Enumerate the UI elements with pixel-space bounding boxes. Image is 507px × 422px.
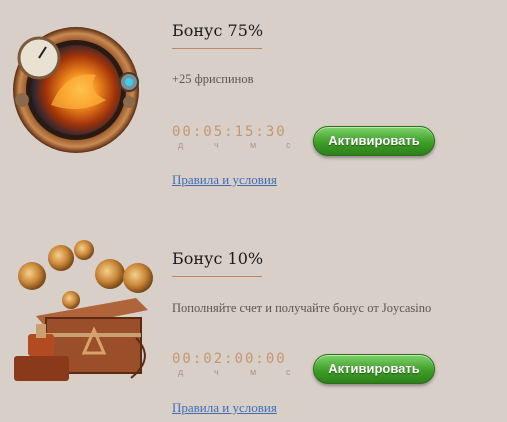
terms-link[interactable]: Правила и условия: [172, 400, 277, 416]
treasure-chest-coins-icon: [6, 238, 156, 388]
hours-unit: ч: [214, 367, 219, 377]
timer-units: дчмс: [178, 367, 322, 377]
bonus-card-2: Бонус 10% Пополняйте счет и получайте бо…: [0, 0, 507, 422]
days-unit: д: [178, 367, 184, 377]
title-divider: [172, 276, 262, 277]
minutes-unit: м: [250, 367, 257, 377]
activate-button[interactable]: Активировать: [313, 354, 435, 384]
bonus-description: Пополняйте счет и получайте бонус от Joy…: [172, 301, 432, 315]
bonus-title: Бонус 10%: [172, 249, 264, 268]
timer-digits: 00:02:00:00: [172, 351, 287, 367]
